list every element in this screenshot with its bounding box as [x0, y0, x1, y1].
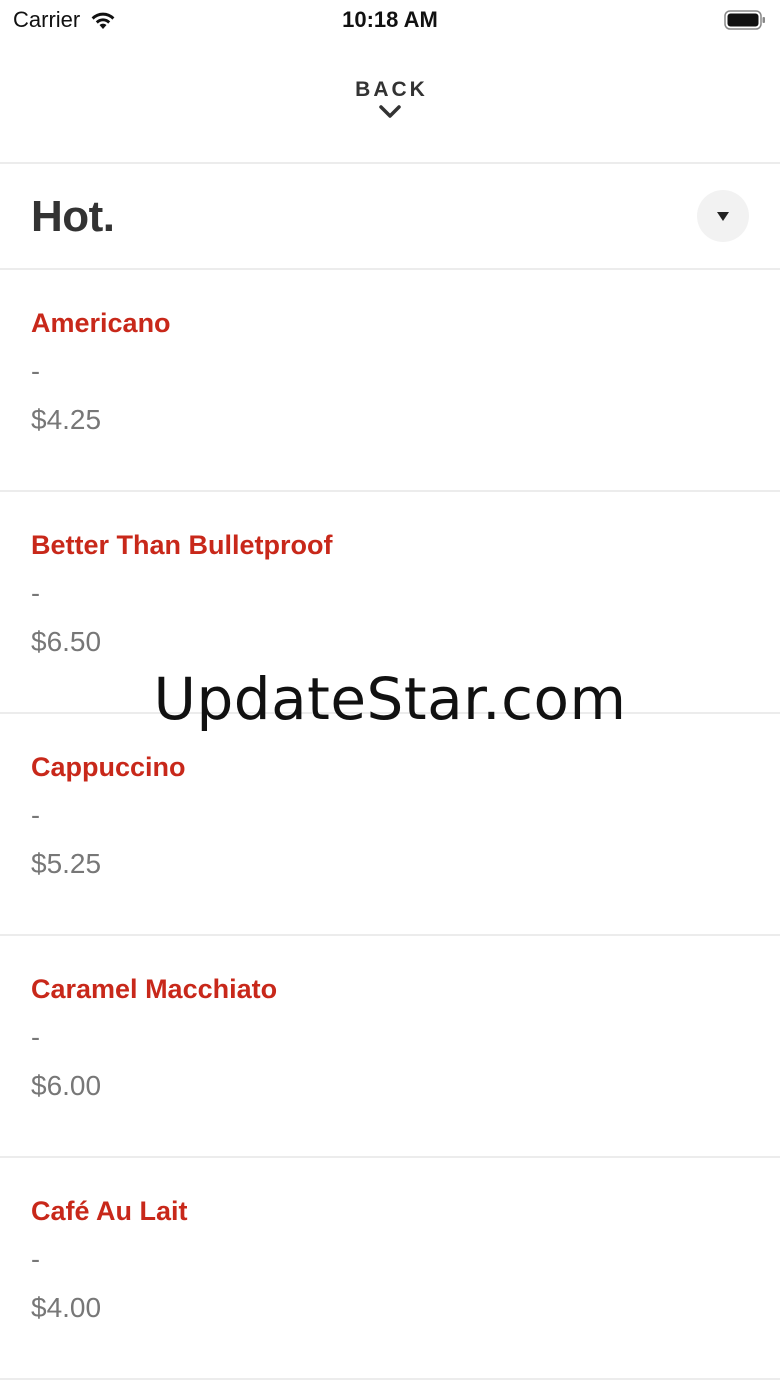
menu-item-cafe-au-lait[interactable]: Café Au Lait - $4.00	[0, 1158, 780, 1380]
item-name: Cappuccino	[31, 752, 186, 782]
item-name: Americano	[31, 308, 171, 338]
item-name: Better Than Bulletproof	[31, 530, 333, 560]
item-price: $6.00	[31, 1070, 102, 1101]
status-bar: Carrier 10:18 AM	[0, 0, 780, 40]
item-description: -	[31, 578, 40, 608]
status-time: 10:18 AM	[342, 7, 438, 32]
menu-item-caramel-macchiato[interactable]: Caramel Macchiato - $6.00	[0, 936, 780, 1158]
item-price: $6.50	[31, 626, 102, 657]
back-header: BACK	[0, 40, 780, 164]
item-description: -	[31, 1244, 40, 1274]
item-price: $4.00	[31, 1292, 102, 1323]
back-button[interactable]: BACK	[340, 78, 440, 138]
item-price: $4.25	[31, 404, 102, 435]
battery-full-icon	[724, 10, 765, 30]
menu-item-americano[interactable]: Americano - $4.25	[0, 270, 780, 492]
menu-list: Americano - $4.25 Better Than Bulletproo…	[0, 270, 780, 1380]
item-price: $5.25	[31, 848, 102, 879]
item-description: -	[31, 1022, 40, 1052]
caret-down-icon	[717, 212, 729, 221]
item-name: Café Au Lait	[31, 1196, 188, 1226]
menu-item-better-than-bulletproof[interactable]: Better Than Bulletproof - $6.50	[0, 492, 780, 714]
menu-item-cappuccino[interactable]: Cappuccino - $5.25	[0, 714, 780, 936]
item-description: -	[31, 356, 40, 386]
item-description: -	[31, 800, 40, 830]
category-dropdown-button[interactable]	[697, 190, 749, 242]
chevron-down-icon	[379, 105, 401, 118]
section-title: Hot.	[31, 192, 115, 241]
back-label: BACK	[355, 78, 428, 101]
section-header: Hot.	[0, 164, 780, 270]
item-name: Caramel Macchiato	[31, 974, 278, 1004]
